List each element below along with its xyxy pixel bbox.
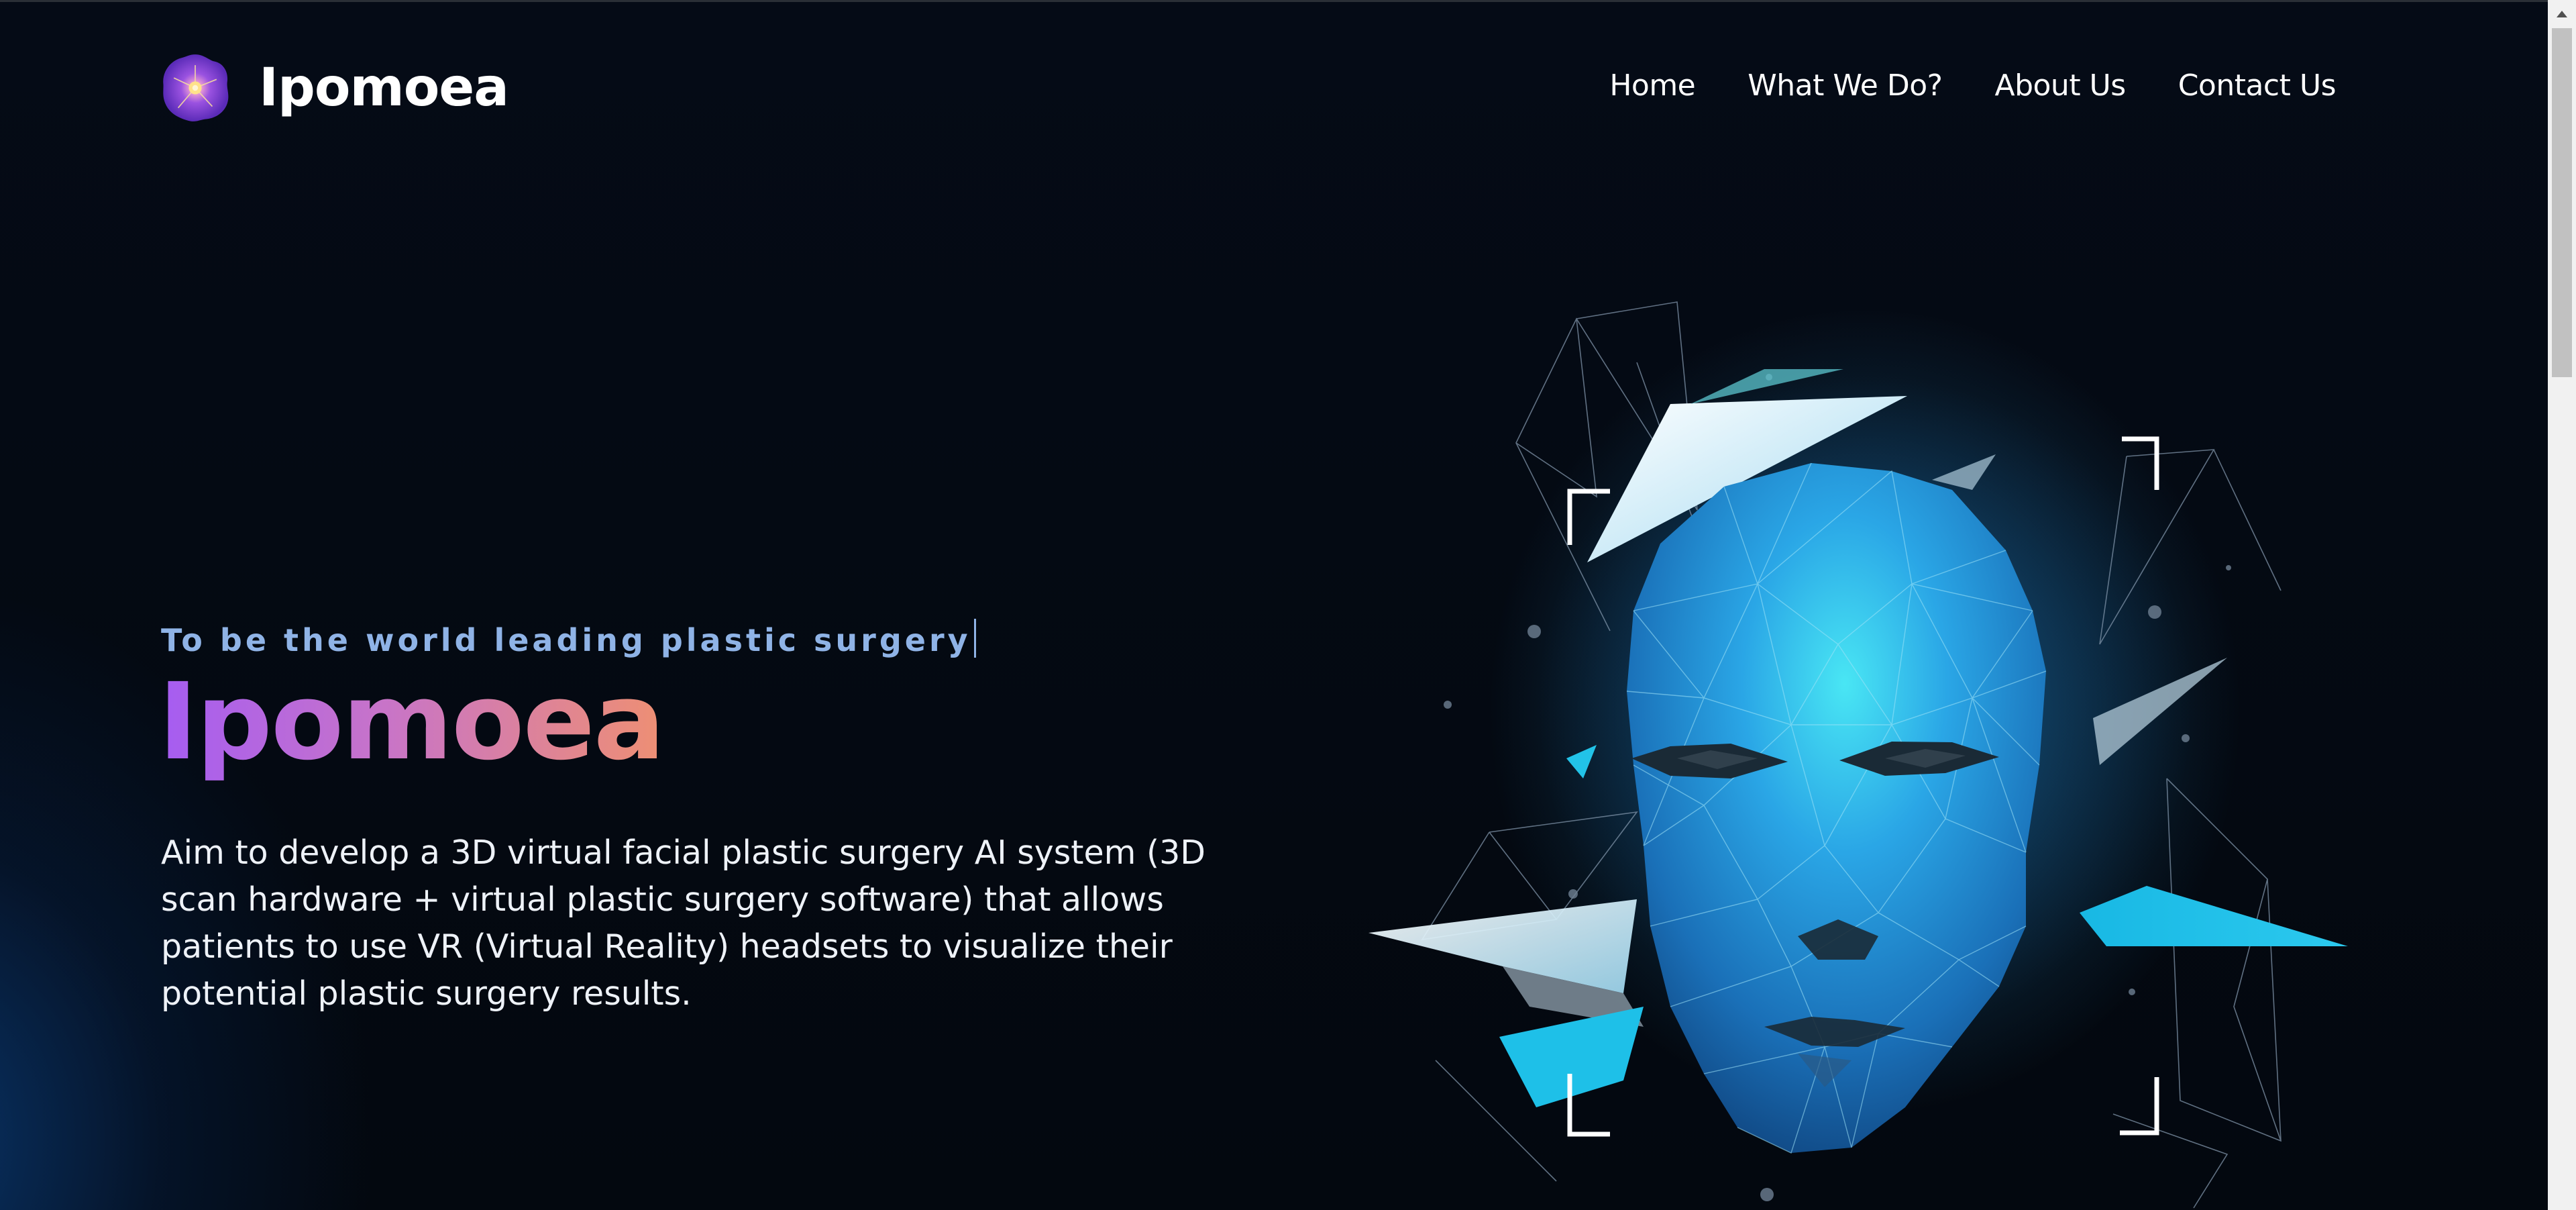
nav-home[interactable]: Home (1609, 68, 1695, 103)
page: Ipomoea Home What We Do? About Us Contac… (0, 0, 2548, 1210)
hero-description: Aim to develop a 3D virtual facial plast… (161, 834, 1205, 1013)
hero-title: Ipomoea (158, 660, 665, 784)
brand-name: Ipomoea (259, 58, 509, 118)
scrollbar-thumb[interactable] (2552, 28, 2572, 377)
hero-tagline-text: To be the world leading plastic surgery (161, 622, 971, 658)
polygonal-3d-face-scan-icon (1368, 301, 2348, 1209)
nav-about-us[interactable]: About Us (1994, 68, 2126, 103)
typing-caret (973, 619, 976, 658)
brand-logo-link[interactable]: Ipomoea (160, 52, 509, 123)
scroll-up-arrow-icon[interactable] (2548, 0, 2576, 28)
nav-what-we-do[interactable]: What We Do? (1748, 68, 1943, 103)
main-nav: Home What We Do? About Us Contact Us (1609, 68, 2336, 103)
window-top-border (0, 0, 2548, 2)
nav-contact-us[interactable]: Contact Us (2178, 68, 2337, 103)
morning-glory-flower-icon (163, 54, 229, 121)
hero-tagline: To be the world leading plastic surgery (161, 619, 976, 658)
vertical-scrollbar[interactable] (2548, 0, 2576, 1210)
